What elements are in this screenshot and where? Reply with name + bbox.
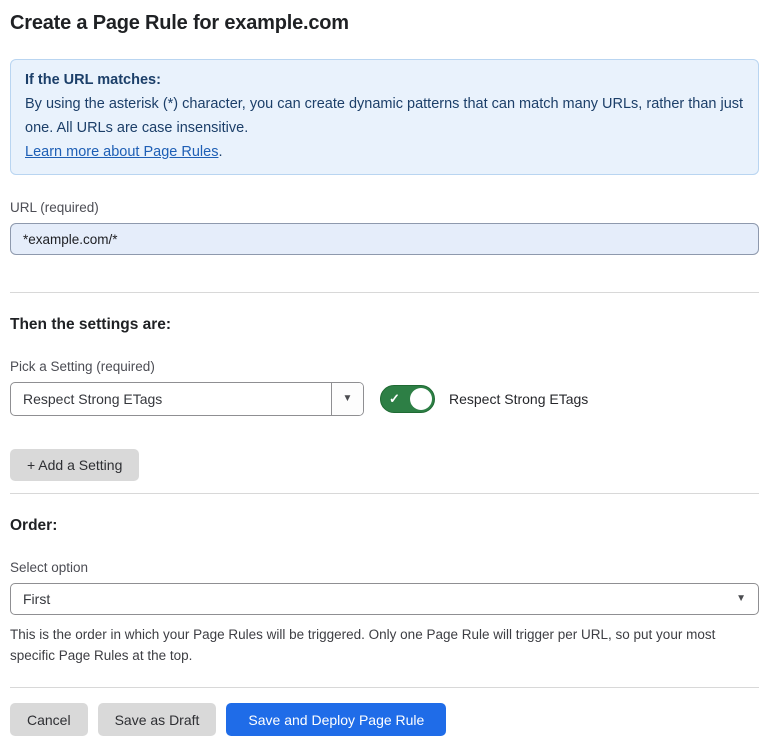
url-matches-info-box: If the URL matches: By using the asteris… bbox=[10, 59, 759, 175]
order-select[interactable]: First ▼ bbox=[10, 583, 759, 615]
link-period: . bbox=[218, 144, 222, 160]
chevron-down-icon: ▼ bbox=[736, 594, 746, 604]
page-title: Create a Page Rule for example.com bbox=[10, 12, 759, 35]
check-icon: ✓ bbox=[389, 391, 400, 407]
settings-section-heading: Then the settings are: bbox=[10, 316, 759, 334]
footer-actions: Cancel Save as Draft Save and Deploy Pag… bbox=[10, 703, 759, 736]
save-draft-button[interactable]: Save as Draft bbox=[98, 703, 217, 736]
info-box-body: By using the asterisk (*) character, you… bbox=[25, 92, 744, 140]
cancel-button[interactable]: Cancel bbox=[10, 703, 88, 736]
section-divider bbox=[10, 292, 759, 293]
info-box-link-line: Learn more about Page Rules. bbox=[25, 140, 744, 164]
order-select-value: First bbox=[23, 591, 50, 607]
learn-more-link[interactable]: Learn more about Page Rules bbox=[25, 144, 218, 160]
pick-setting-label: Pick a Setting (required) bbox=[10, 359, 759, 374]
info-box-heading: If the URL matches: bbox=[25, 68, 744, 92]
setting-select-value: Respect Strong ETags bbox=[11, 383, 331, 415]
setting-select[interactable]: Respect Strong ETags ▼ bbox=[10, 382, 364, 416]
etags-toggle[interactable]: ✓ bbox=[380, 385, 435, 413]
save-deploy-button[interactable]: Save and Deploy Page Rule bbox=[226, 703, 446, 736]
order-help-text: This is the order in which your Page Rul… bbox=[10, 624, 755, 666]
add-setting-button[interactable]: + Add a Setting bbox=[10, 449, 139, 481]
create-page-rule-form: Create a Page Rule for example.com If th… bbox=[0, 12, 769, 736]
url-label: URL (required) bbox=[10, 200, 759, 215]
section-divider bbox=[10, 493, 759, 494]
setting-row: Respect Strong ETags ▼ ✓ Respect Strong … bbox=[10, 382, 759, 416]
url-input[interactable] bbox=[10, 223, 759, 255]
order-section-heading: Order: bbox=[10, 517, 759, 535]
footer-divider bbox=[10, 687, 759, 688]
toggle-label: Respect Strong ETags bbox=[449, 391, 588, 407]
toggle-knob bbox=[410, 388, 432, 410]
chevron-down-icon: ▼ bbox=[343, 394, 353, 404]
setting-select-caret-button[interactable]: ▼ bbox=[331, 383, 363, 415]
order-select-label: Select option bbox=[10, 560, 759, 575]
